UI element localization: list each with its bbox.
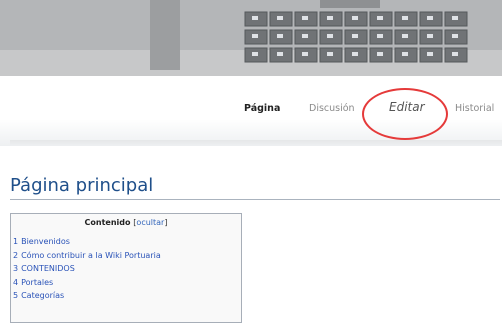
tab-pagina[interactable]: Página	[244, 103, 280, 114]
toc-item-link[interactable]: Portales	[21, 278, 53, 287]
toc-item-link[interactable]: Categorías	[21, 291, 64, 300]
table-of-contents: Contenido [ocultar] 1 Bienvenidos 2 Cómo c…	[10, 213, 242, 323]
toc-item-number: 1	[13, 237, 19, 246]
toc-toggle: [ocultar]	[133, 218, 167, 227]
toc-item[interactable]: 5 Categorías	[13, 289, 241, 303]
toc-item[interactable]: 1 Bienvenidos	[13, 235, 241, 249]
tab-discusion[interactable]: Discusión	[309, 103, 355, 114]
tab-historial[interactable]: Historial	[455, 103, 494, 114]
toc-list: 1 Bienvenidos 2 Cómo contribuir a la Wiki …	[11, 235, 241, 303]
toc-item-link[interactable]: Cómo contribuir a la Wiki Portuaria	[21, 251, 161, 260]
toc-hide-link[interactable]: ocultar	[136, 218, 164, 227]
toc-item-link[interactable]: Bienvenidos	[21, 237, 70, 246]
toc-toggle-bracket-close: ]	[164, 218, 168, 227]
container-stack-illustration	[0, 0, 502, 76]
toc-item-link[interactable]: CONTENIDOS	[21, 264, 75, 273]
title-divider	[10, 199, 500, 200]
toc-item-number: 5	[13, 291, 19, 300]
toc-item[interactable]: 2 Cómo contribuir a la Wiki Portuaria	[13, 249, 241, 263]
toc-item[interactable]: 4 Portales	[13, 276, 241, 290]
edit-highlight-annotation	[362, 88, 448, 140]
page-title: Página principal	[10, 175, 154, 196]
toc-item-number: 2	[13, 250, 19, 260]
toc-header: Contenido [ocultar]	[11, 214, 241, 227]
header-banner-image	[0, 0, 502, 76]
toc-item-number: 4	[13, 277, 19, 287]
toc-heading: Contenido	[84, 218, 131, 227]
toc-item[interactable]: 3 CONTENIDOS	[13, 262, 241, 276]
toc-item-number: 3	[13, 264, 19, 273]
tabs-shadow-divider	[10, 140, 502, 146]
